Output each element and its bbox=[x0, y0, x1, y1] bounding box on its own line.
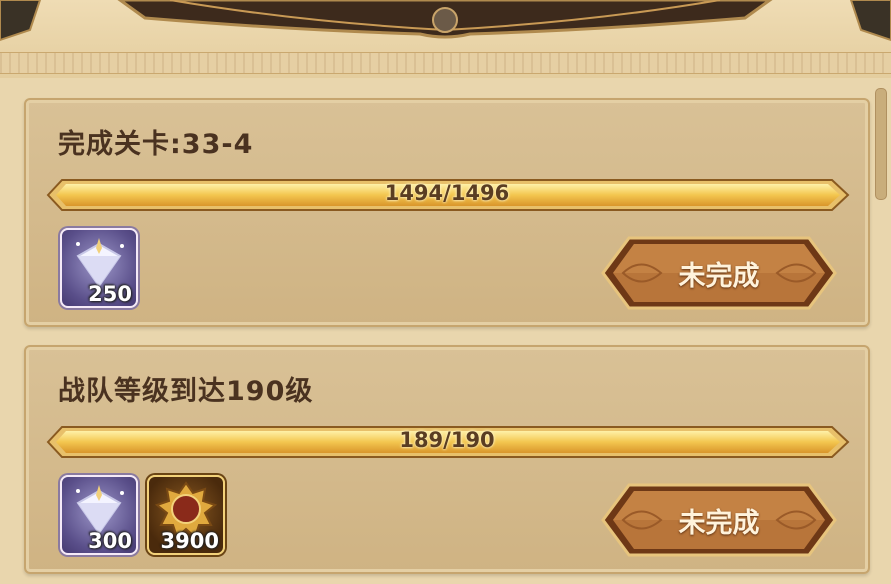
reward-quantity: 250 bbox=[88, 282, 132, 306]
quest-title: 完成关卡:33-4 bbox=[58, 129, 254, 160]
incomplete-button-label: 未完成 bbox=[678, 508, 760, 539]
quest-title: 战队等级到达190级 bbox=[58, 376, 314, 407]
reward-item[interactable]: 3900 bbox=[147, 475, 225, 555]
progress-text: 1494/1496 bbox=[384, 181, 510, 205]
scrollbar[interactable] bbox=[875, 88, 887, 200]
progress-bar: 1494/1496 bbox=[42, 178, 852, 212]
incomplete-button[interactable]: 未完成 bbox=[601, 481, 837, 559]
quest-card: 战队等级到达190级 189/190 300 3900 未完成 bbox=[24, 345, 870, 574]
progress-text: 189/190 bbox=[399, 428, 495, 452]
reward-quantity: 3900 bbox=[160, 529, 219, 553]
progress-bar: 189/190 bbox=[42, 425, 852, 459]
reward-quantity: 300 bbox=[88, 529, 132, 553]
quest-card: 完成关卡:33-4 1494/1496 250 未完成 bbox=[24, 98, 870, 327]
reward-item[interactable]: 300 bbox=[60, 475, 138, 555]
incomplete-button-label: 未完成 bbox=[678, 261, 760, 292]
top-ornate-frame bbox=[0, 0, 891, 78]
reward-item[interactable]: 250 bbox=[60, 228, 138, 308]
incomplete-button[interactable]: 未完成 bbox=[601, 234, 837, 312]
